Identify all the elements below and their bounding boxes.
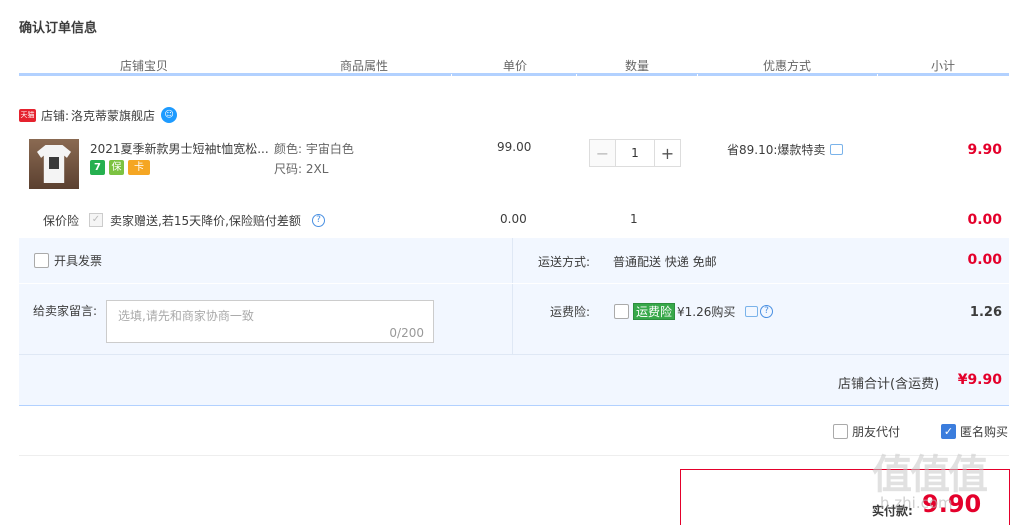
anonymous-buy-checkbox[interactable]: ✓ — [941, 424, 956, 439]
insurance-price: 0.00 — [500, 212, 527, 226]
watermark-logo: 值值值 — [872, 452, 988, 498]
message-label: 给卖家留言: — [33, 304, 98, 318]
product-size-attr: 尺码: 2XL — [274, 162, 329, 176]
comment-icon[interactable] — [830, 144, 844, 155]
col-header-attributes: 商品属性 — [339, 59, 388, 73]
shipping-label: 运送方式: — [538, 255, 591, 269]
discount-info: 省89.10:爆款特卖 — [727, 141, 844, 158]
watermark-url: h.zhi.com — [880, 494, 953, 512]
freight-insurance-buy: ¥1.26购买 — [677, 305, 736, 319]
friend-pay-label: 朋友代付 — [852, 425, 901, 439]
freight-insurance-checkbox[interactable] — [614, 304, 629, 319]
anonymous-buy-label: 匿名购买 — [960, 425, 1009, 439]
credit-card-icon[interactable]: 卡 — [128, 160, 150, 175]
seller-message-input[interactable]: 选填,请先和商家协商一致 0/200 — [106, 300, 434, 343]
col-header-quantity: 数量 — [624, 59, 649, 73]
page-title: 确认订单信息 — [19, 21, 98, 36]
tmall-logo-icon: 天猫 — [19, 108, 36, 122]
invoice-option[interactable]: 开具发票 — [34, 252, 102, 269]
panel-divider — [512, 238, 513, 354]
quantity-decrease-button[interactable]: − — [589, 139, 616, 167]
shop-total-value: ¥9.90 — [957, 372, 1002, 388]
col-header-shop-item: 店铺宝贝 — [119, 59, 168, 73]
insurance-subtotal: 0.00 — [967, 212, 1002, 228]
discount-text: 省89.10:爆款特卖 — [727, 143, 826, 157]
product-title-link[interactable]: 2021夏季新款男士短袖t恤宽松... — [90, 140, 270, 157]
col-header-subtotal: 小计 — [930, 59, 955, 73]
shop-name-link[interactable]: 洛克蒂蒙旗舰店 — [71, 107, 155, 124]
freight-insurance-tag: 运费险 — [633, 303, 676, 320]
insurance-quantity: 1 — [630, 212, 638, 226]
shipping-fee: 0.00 — [967, 252, 1002, 268]
shop-total-label: 店铺合计(含运费) — [838, 377, 940, 392]
guarantee-icon[interactable]: 保 — [109, 160, 124, 175]
comment-icon[interactable] — [745, 306, 758, 317]
help-icon[interactable]: ? — [312, 214, 325, 227]
unit-price: 99.00 — [497, 140, 532, 154]
invoice-checkbox[interactable] — [34, 253, 49, 268]
shipping-method: 普通配送 快递 免邮 — [613, 255, 717, 269]
help-icon[interactable]: ? — [760, 305, 773, 318]
col-separator — [576, 74, 577, 77]
panel-divider — [19, 354, 1009, 355]
message-placeholder: 选填,请先和商家协商一致 — [118, 309, 254, 323]
seven-day-return-icon[interactable]: 7 — [90, 160, 105, 175]
insurance-label: 保价险 — [43, 214, 80, 228]
product-color-attr: 颜色: 宇宙白色 — [274, 142, 354, 156]
product-thumbnail[interactable] — [29, 139, 79, 189]
quantity-increase-button[interactable]: + — [654, 139, 681, 167]
col-header-discount: 优惠方式 — [762, 59, 811, 73]
insurance-description: 卖家赠送,若15天降价,保险赔付差额 — [110, 214, 301, 228]
column-headers: 店铺宝贝 商品属性 单价 数量 优惠方式 小计 — [19, 52, 1009, 77]
quantity-stepper: − 1 + — [589, 139, 681, 167]
col-header-price: 单价 — [502, 59, 527, 73]
col-separator — [877, 74, 878, 77]
col-separator — [697, 74, 698, 77]
chat-bubble-icon[interactable]: ☺ — [161, 107, 178, 123]
service-icons: 7 保 卡 — [90, 160, 150, 175]
friend-pay-checkbox[interactable] — [833, 424, 848, 439]
quantity-input[interactable]: 1 — [616, 139, 654, 167]
insurance-checkbox: ✓ — [89, 213, 103, 227]
freight-insurance-label: 运费险: — [550, 305, 591, 319]
col-separator — [451, 74, 452, 77]
invoice-label: 开具发票 — [54, 254, 103, 268]
freight-insurance-icons: ? — [745, 305, 773, 318]
friend-pay-option[interactable]: 朋友代付 — [833, 423, 900, 440]
section-divider — [19, 455, 1009, 456]
shop-row: 天猫 店铺: 洛克蒂蒙旗舰店 ☺ — [19, 105, 178, 125]
freight-insurance-price: 1.26 — [969, 305, 1002, 320]
anonymous-buy-option[interactable]: ✓ 匿名购买 — [941, 423, 1008, 440]
item-subtotal: 9.90 — [967, 142, 1002, 158]
panel-divider — [19, 283, 1009, 284]
message-char-count: 0/200 — [389, 326, 424, 340]
shop-label: 店铺: — [41, 108, 70, 123]
